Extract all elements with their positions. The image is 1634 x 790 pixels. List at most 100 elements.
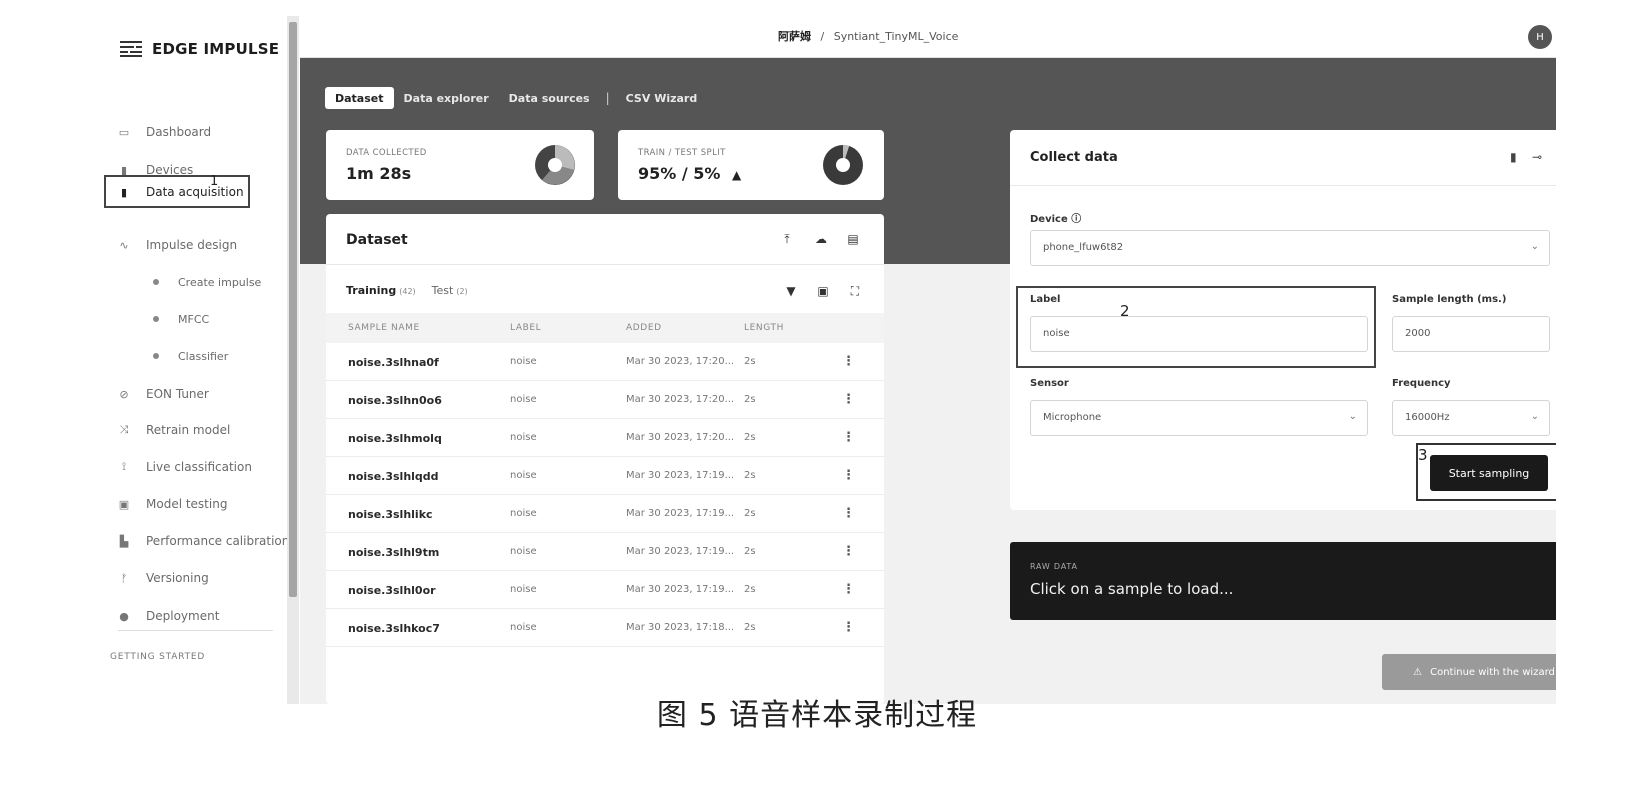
row-menu-icon[interactable]: ⋮ [842, 620, 855, 635]
brand[interactable]: EDGE IMPULSE [120, 38, 279, 60]
data-collected-card: DATA COLLECTED 1m 28s [326, 130, 594, 200]
device-label: Device ⓘ [1030, 214, 1082, 225]
document-icon[interactable]: ▤ [846, 232, 860, 246]
top-bar: 阿萨姆 / Syntiant_TinyML_Voice H [300, 16, 1556, 58]
data-collected-pie-icon [535, 145, 575, 185]
column-header-length[interactable]: LENGTH [744, 323, 784, 333]
cell-added: Mar 30 2023, 17:20... [626, 432, 735, 443]
breadcrumb-owner[interactable]: 阿萨姆 [778, 30, 811, 43]
breadcrumb-project[interactable]: Syntiant_TinyML_Voice [834, 30, 959, 43]
column-header-label[interactable]: LABEL [510, 323, 541, 333]
sidebar-item-create-impulse[interactable]: Create impulse [100, 264, 300, 300]
data-collected-caption: DATA COLLECTED [346, 148, 427, 158]
sample-length-label: Sample length (ms.) [1392, 294, 1507, 305]
tab-data-sources[interactable]: Data sources [499, 87, 600, 109]
start-sampling-button[interactable]: Start sampling [1430, 455, 1548, 491]
raw-data-caption: RAW DATA [1030, 562, 1078, 571]
sidebar-section-getting-started[interactable]: GETTING STARTED [110, 652, 205, 662]
cell-length: 2s [744, 394, 756, 405]
tab-training[interactable]: Training (42) [346, 284, 416, 297]
row-menu-icon[interactable]: ⋮ [842, 468, 855, 483]
sidebar-item-dashboard[interactable]: ▭ Dashboard [100, 114, 300, 150]
table-row[interactable]: noise.3slhkoc7 noise Mar 30 2023, 17:18.… [326, 610, 884, 647]
cell-length: 2s [744, 584, 756, 595]
tab-test[interactable]: Test (2) [432, 284, 468, 297]
table-row[interactable]: noise.3slhna0f noise Mar 30 2023, 17:20.… [326, 344, 884, 381]
frequency-select-value: 16000Hz [1405, 412, 1450, 423]
annotation-box-2 [1016, 286, 1376, 368]
sidebar-item-live-classification[interactable]: ⟟ Live classification [100, 449, 300, 485]
sensor-select[interactable]: Microphone ⌄ [1030, 400, 1368, 436]
table-row[interactable]: noise.3slhl0or noise Mar 30 2023, 17:19.… [326, 572, 884, 609]
row-menu-icon[interactable]: ⋮ [842, 544, 855, 559]
page-tabs: Dataset Data explorer Data sources | CSV… [325, 86, 707, 110]
row-menu-icon[interactable]: ⋮ [842, 430, 855, 445]
cell-label: noise [510, 546, 537, 557]
chevron-down-icon: ⌄ [1530, 411, 1539, 422]
tab-csv-wizard[interactable]: CSV Wizard [616, 87, 708, 109]
sidebar-item-retrain-model[interactable]: ⤨ Retrain model [100, 412, 300, 448]
cloud-icon[interactable]: ☁ [814, 232, 828, 246]
edge-impulse-logo-icon [120, 41, 142, 57]
tab-dataset[interactable]: Dataset [325, 87, 394, 109]
row-menu-icon[interactable]: ⋮ [842, 354, 855, 369]
device-icon[interactable]: ▮ [1510, 150, 1517, 164]
figure-caption: 图 5 语音样本录制过程 [656, 698, 978, 733]
chevron-down-icon: ⌄ [1530, 241, 1539, 252]
column-header-sample-name[interactable]: SAMPLE NAME [348, 323, 420, 333]
row-menu-icon[interactable]: ⋮ [842, 582, 855, 597]
table-row[interactable]: noise.3slhmolq noise Mar 30 2023, 17:20.… [326, 420, 884, 457]
frequency-label: Frequency [1392, 378, 1451, 389]
device-select[interactable]: phone_lfuw6t82 ⌄ [1030, 230, 1550, 266]
table-row[interactable]: noise.3slhlikc noise Mar 30 2023, 17:19.… [326, 496, 884, 533]
filter-icon[interactable]: ▼ [784, 284, 798, 298]
split-value: 95% / 5% ▲ [638, 164, 741, 183]
wizard-icon: ⚠ [1413, 666, 1423, 678]
row-menu-icon[interactable]: ⋮ [842, 506, 855, 521]
cell-length: 2s [744, 432, 756, 443]
sidebar-item-performance-calibration[interactable]: ▙ Performance calibration [100, 523, 300, 559]
cell-label: noise [510, 508, 537, 519]
warning-icon[interactable]: ▲ [732, 168, 741, 182]
cell-label: noise [510, 470, 537, 481]
continue-wizard-label: Continue with the wizard [1430, 666, 1555, 678]
cell-length: 2s [744, 508, 756, 519]
sidebar-item-deployment[interactable]: ● Deployment [100, 598, 300, 634]
sidebar-item-mfcc[interactable]: MFCC [100, 301, 300, 337]
sidebar-item-model-testing[interactable]: ▣ Model testing [100, 486, 300, 522]
table-row[interactable]: noise.3slhl9tm noise Mar 30 2023, 17:19.… [326, 534, 884, 571]
row-menu-icon[interactable]: ⋮ [842, 392, 855, 407]
sidebar-item-impulse-design[interactable]: ∿ Impulse design [100, 227, 300, 263]
cell-added: Mar 30 2023, 17:19... [626, 470, 735, 481]
upload-icon[interactable]: ⤒ [780, 232, 794, 246]
clipboard-icon: ▣ [118, 497, 130, 511]
connect-icon[interactable]: ⊸ [1532, 150, 1542, 164]
table-row[interactable]: noise.3slhn0o6 noise Mar 30 2023, 17:20.… [326, 382, 884, 419]
sidebar-item-classifier[interactable]: Classifier [100, 338, 300, 374]
table-row[interactable]: noise.3slhlqdd noise Mar 30 2023, 17:19.… [326, 458, 884, 495]
pulse-icon: ∿ [119, 238, 129, 252]
live-icon: ⟟ [121, 460, 127, 473]
select-icon[interactable]: ▣ [816, 284, 830, 298]
sidebar-item-versioning[interactable]: ᚠ Versioning [100, 560, 300, 596]
expand-icon[interactable]: ⛶ [848, 284, 862, 298]
monitor-icon: ▭ [118, 125, 130, 139]
avatar[interactable]: H [1528, 25, 1552, 49]
split-value-text: 95% / 5% [638, 164, 721, 183]
dot-icon [150, 313, 162, 325]
sidebar-item-label: Create impulse [178, 275, 262, 289]
sidebar-scrollbar[interactable] [287, 16, 299, 704]
sidebar-item-label: Performance calibration [146, 534, 290, 548]
continue-wizard-button[interactable]: ⚠ Continue with the wizard [1382, 654, 1556, 690]
tab-data-explorer[interactable]: Data explorer [394, 87, 499, 109]
package-icon: ● [119, 609, 129, 623]
sidebar-item-eon-tuner[interactable]: ⊘ EON Tuner [100, 376, 300, 412]
column-header-added[interactable]: ADDED [626, 323, 662, 333]
sample-length-input[interactable]: 2000 [1392, 316, 1550, 352]
sidebar-item-label: Live classification [146, 460, 252, 474]
frequency-select[interactable]: 16000Hz ⌄ [1392, 400, 1550, 436]
dataset-card: Dataset ⤒ ☁ ▤ Training (42) Test (2) ▼ ▣ ⛶… [326, 214, 884, 704]
annotation-number-3: 3 [1418, 446, 1428, 464]
cell-sample-name: noise.3slhn0o6 [348, 394, 442, 407]
scrollbar-thumb[interactable] [289, 22, 297, 597]
